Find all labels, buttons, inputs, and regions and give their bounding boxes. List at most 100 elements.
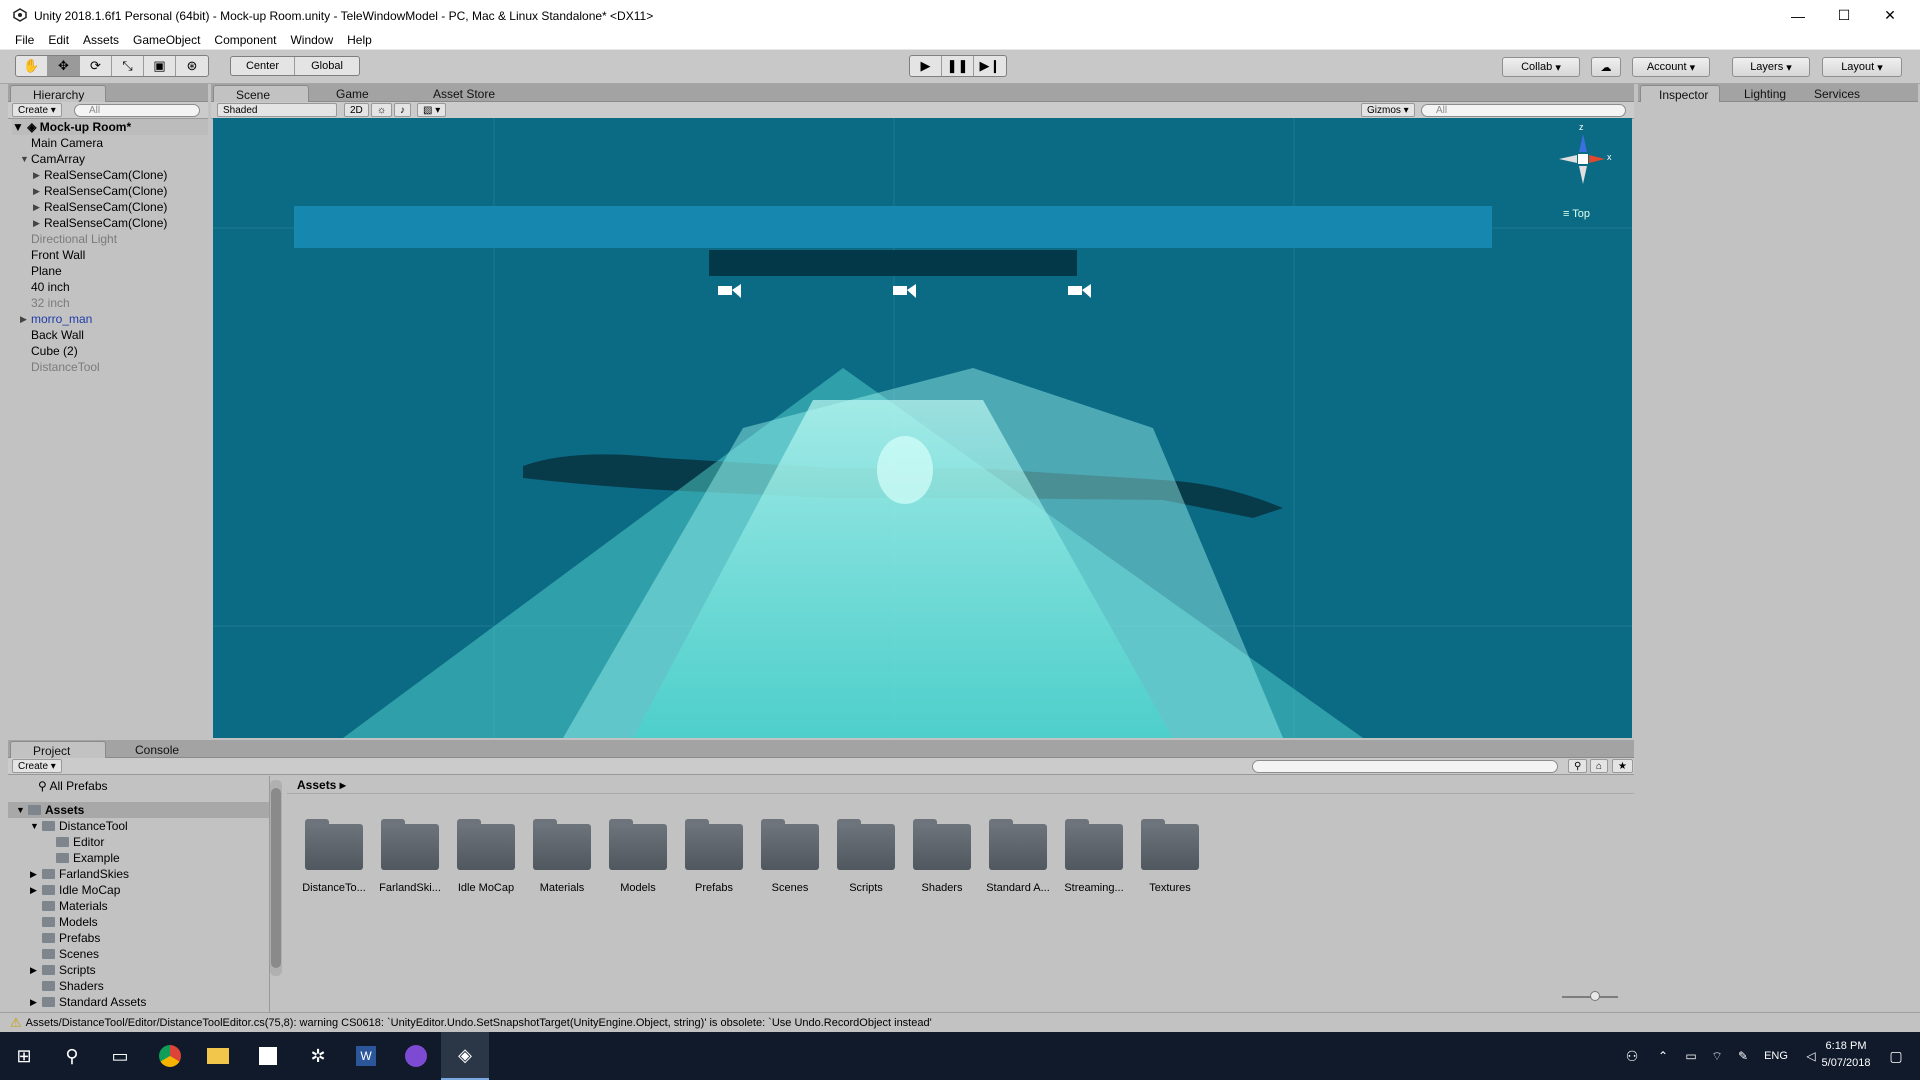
- chrome-icon[interactable]: [146, 1032, 194, 1080]
- view-label[interactable]: ≡ Top: [1563, 208, 1590, 220]
- asset-folder[interactable]: Models: [606, 819, 670, 894]
- rect-tool-icon[interactable]: ▣: [144, 56, 176, 76]
- expand-arrow-icon[interactable]: ▶: [33, 186, 40, 197]
- hierarchy-item[interactable]: Directional Light: [31, 231, 117, 247]
- center-toggle[interactable]: Center: [231, 57, 295, 75]
- play-icon[interactable]: ▶: [910, 56, 942, 76]
- hierarchy-item[interactable]: 40 inch: [31, 279, 70, 295]
- hierarchy-item[interactable]: Cube (2): [31, 343, 78, 359]
- project-tree-item[interactable]: ▶ Idle MoCap: [8, 882, 269, 898]
- menu-component[interactable]: Component: [207, 33, 283, 47]
- toggle-2d[interactable]: 2D: [344, 103, 369, 117]
- project-tree-item[interactable]: Models: [8, 914, 269, 930]
- task-view-icon[interactable]: ▭: [96, 1032, 144, 1080]
- expand-arrow-icon[interactable]: ▼: [20, 154, 29, 164]
- sticky-notes-icon[interactable]: [244, 1032, 292, 1080]
- audio-toggle-icon[interactable]: ♪: [394, 103, 411, 117]
- tab-asset-store[interactable]: Asset Store: [411, 85, 531, 102]
- project-create-button[interactable]: Create ▾: [12, 759, 62, 773]
- close-button[interactable]: ✕: [1867, 0, 1913, 31]
- asset-folder[interactable]: Materials: [530, 819, 594, 894]
- language-indicator[interactable]: ENG: [1756, 1032, 1796, 1080]
- effects-toggle-icon[interactable]: ▧ ▾: [417, 103, 447, 117]
- file-explorer-icon[interactable]: [194, 1032, 242, 1080]
- hierarchy-item[interactable]: Back Wall: [31, 327, 84, 343]
- hierarchy-item[interactable]: DistanceTool: [31, 359, 100, 375]
- tree-scrollbar-track[interactable]: [270, 780, 282, 976]
- project-tree-item[interactable]: Editor: [8, 834, 269, 850]
- hierarchy-item[interactable]: Plane: [31, 263, 62, 279]
- expand-arrow-icon[interactable]: ▶: [20, 314, 27, 325]
- hierarchy-item[interactable]: RealSenseCam(Clone): [44, 215, 167, 231]
- layers-button[interactable]: Layers ▾: [1732, 57, 1810, 77]
- asset-folder[interactable]: Shaders: [910, 819, 974, 894]
- status-bar[interactable]: ⚠ Assets/DistanceTool/Editor/DistanceToo…: [0, 1012, 1920, 1032]
- icon-size-slider[interactable]: [1562, 991, 1618, 1001]
- pen-icon[interactable]: ✎: [1728, 1032, 1758, 1080]
- hierarchy-item[interactable]: 32 inch: [31, 295, 70, 311]
- hierarchy-item[interactable]: RealSenseCam(Clone): [44, 199, 167, 215]
- project-tree-item[interactable]: Shaders: [8, 978, 269, 994]
- favorite-icon[interactable]: ★: [1612, 759, 1633, 773]
- asset-folder[interactable]: Streaming...: [1062, 819, 1126, 894]
- rotate-tool-icon[interactable]: ⟳: [80, 56, 112, 76]
- asset-folder[interactable]: Idle MoCap: [454, 819, 518, 894]
- tab-project[interactable]: Project: [10, 741, 106, 758]
- menu-help[interactable]: Help: [340, 33, 379, 47]
- hierarchy-item[interactable]: Main Camera: [31, 135, 103, 151]
- expand-arrow-icon[interactable]: ▶: [30, 994, 37, 1010]
- cloud-icon[interactable]: ☁: [1591, 57, 1621, 77]
- tab-inspector[interactable]: Inspector: [1640, 85, 1720, 102]
- asset-folder[interactable]: Textures: [1138, 819, 1202, 894]
- hierarchy-item[interactable]: Front Wall: [31, 247, 85, 263]
- project-search-input[interactable]: [1252, 760, 1558, 773]
- menu-gameobject[interactable]: GameObject: [126, 33, 207, 47]
- project-tree-item[interactable]: Example: [8, 850, 269, 866]
- expand-arrow-icon[interactable]: ▼: [16, 802, 25, 818]
- tab-console[interactable]: Console: [113, 741, 203, 758]
- project-tree-item[interactable]: ▶ Standard Assets: [8, 994, 269, 1010]
- notification-icon[interactable]: ▢: [1872, 1032, 1920, 1080]
- hierarchy-item[interactable]: CamArray: [31, 151, 85, 167]
- project-tree-item[interactable]: Materials: [8, 898, 269, 914]
- collab-button[interactable]: Collab ▾: [1502, 57, 1580, 77]
- transform-tool-icon[interactable]: ⊛: [176, 56, 208, 76]
- layout-button[interactable]: Layout ▾: [1822, 57, 1902, 77]
- lighting-toggle-icon[interactable]: ☼: [371, 103, 393, 117]
- hierarchy-item[interactable]: morro_man: [31, 311, 92, 327]
- expand-arrow-icon[interactable]: ▶: [33, 218, 40, 229]
- tab-services[interactable]: Services: [1802, 85, 1882, 102]
- expand-arrow-icon[interactable]: ▼: [30, 818, 39, 834]
- windows-start-icon[interactable]: ⊞: [0, 1032, 48, 1080]
- project-tree-item[interactable]: Scenes: [8, 946, 269, 962]
- tab-game[interactable]: Game: [314, 85, 394, 102]
- menu-file[interactable]: File: [0, 33, 41, 47]
- filter-type-icon[interactable]: ⚲: [1568, 759, 1588, 773]
- all-prefabs-item[interactable]: ⚲ All Prefabs: [38, 778, 108, 794]
- hierarchy-item[interactable]: RealSenseCam(Clone): [44, 167, 167, 183]
- asset-folder[interactable]: DistanceTo...: [302, 819, 366, 894]
- word-icon[interactable]: W: [342, 1032, 390, 1080]
- expand-arrow-icon[interactable]: ▶: [30, 882, 37, 898]
- tray-chevron-icon[interactable]: ⌃: [1648, 1032, 1678, 1080]
- project-tree-item[interactable]: ▶ Scripts: [8, 962, 269, 978]
- asset-folder[interactable]: Scripts: [834, 819, 898, 894]
- scale-tool-icon[interactable]: ⤡: [112, 56, 144, 76]
- expand-arrow-icon[interactable]: ▶: [30, 962, 37, 978]
- orientation-gizmo[interactable]: z x: [1553, 122, 1613, 196]
- menu-window[interactable]: Window: [283, 33, 340, 47]
- project-tree-item[interactable]: ▶ FarlandSkies: [8, 866, 269, 882]
- account-button[interactable]: Account ▾: [1632, 57, 1710, 77]
- breadcrumb-assets[interactable]: Assets: [297, 778, 336, 792]
- tree-scrollbar-thumb[interactable]: [271, 788, 281, 968]
- menu-assets[interactable]: Assets: [76, 33, 126, 47]
- shading-dropdown[interactable]: Shaded: [217, 103, 337, 117]
- filter-label-icon[interactable]: ⌂: [1590, 759, 1609, 773]
- search-icon[interactable]: ⚲: [48, 1032, 96, 1080]
- tab-lighting[interactable]: Lighting: [1724, 85, 1804, 102]
- maximize-button[interactable]: ☐: [1821, 0, 1867, 31]
- hierarchy-search-input[interactable]: All: [74, 104, 200, 117]
- minimize-button[interactable]: —: [1775, 0, 1821, 31]
- scene-search-input[interactable]: All: [1421, 104, 1626, 117]
- gizmos-dropdown[interactable]: Gizmos ▾: [1361, 103, 1415, 117]
